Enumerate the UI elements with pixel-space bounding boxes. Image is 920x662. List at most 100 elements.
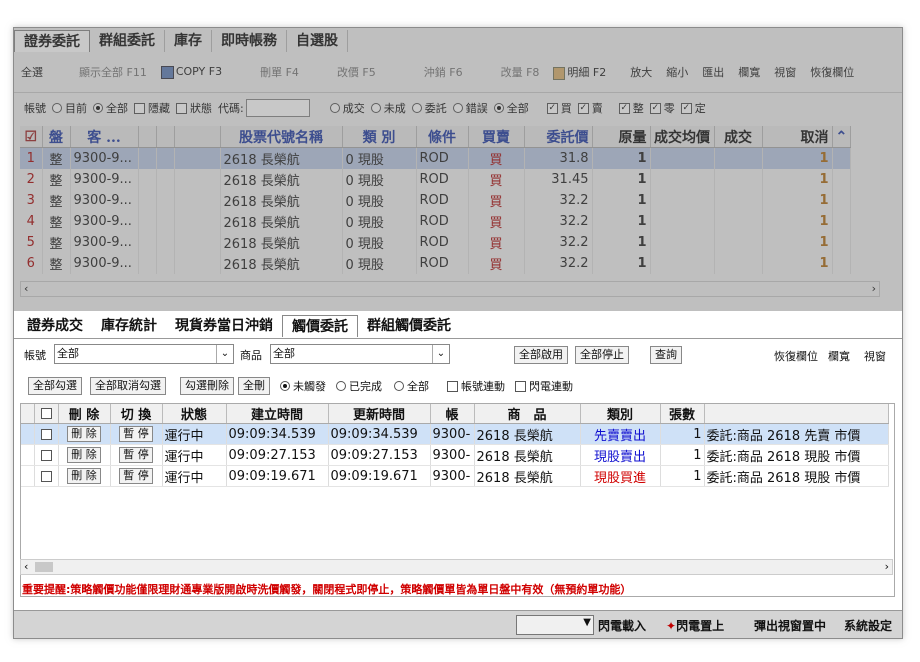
status-dropdown[interactable]: ▼ [516, 615, 594, 635]
delete-all-button[interactable]: 全刪 [238, 377, 270, 395]
col-stock[interactable]: 股票代號名稱 [220, 126, 343, 148]
sell-checkbox[interactable]: ✓ [577, 102, 589, 114]
account-link-checkbox[interactable] [447, 380, 458, 392]
col-account[interactable]: 帳 [430, 403, 475, 424]
change-price-button[interactable]: 改價 F5 [330, 64, 383, 80]
radio-error[interactable] [452, 103, 463, 113]
restore-columns-link[interactable]: 恢復欄位 [774, 348, 818, 364]
flash-load-button[interactable]: 閃電載入 [598, 617, 646, 634]
row-pause-button[interactable]: 暫 停 [119, 447, 153, 463]
zoom-in-button[interactable]: 放大 [623, 64, 659, 80]
window-link[interactable]: 視窗 [864, 348, 886, 364]
col-filled[interactable]: 成交 [714, 126, 763, 148]
scroll-left-icon[interactable]: ‹ [24, 560, 28, 573]
product-select[interactable]: 全部 ⌄ [270, 344, 450, 364]
enable-all-button[interactable]: 全部啟用 [514, 346, 568, 364]
col-type[interactable]: 類別 [580, 403, 661, 424]
table-row[interactable]: 4 整 9300-9... 2618 長榮航 0 現股 ROD 買 32.2 1 1 [20, 211, 852, 232]
col-description[interactable] [704, 403, 889, 424]
col-avg[interactable]: 成交均價 [650, 126, 715, 148]
scroll-left-icon[interactable]: ‹ [24, 282, 28, 295]
row-checkbox[interactable] [34, 444, 59, 466]
scroll-up-icon[interactable]: ⌃ [832, 126, 852, 148]
col-state[interactable]: 狀態 [162, 403, 227, 424]
header-checkbox[interactable] [34, 403, 59, 424]
uncheck-all-button[interactable]: 全部取消勾選 [90, 377, 166, 395]
tab-group-order[interactable]: 群組委託 [90, 30, 165, 52]
row-checkbox[interactable] [34, 465, 59, 487]
table-row[interactable]: 6 整 9300-9... 2618 長榮航 0 現股 ROD 買 32.2 1 1 [20, 253, 852, 274]
system-settings-button[interactable]: 系統設定 [844, 617, 892, 634]
show-all-button[interactable]: 顯示全部 F11 [72, 64, 154, 80]
status-checkbox[interactable] [176, 102, 187, 114]
radio-not-triggered[interactable] [280, 381, 290, 391]
flash-link-checkbox[interactable] [515, 380, 526, 392]
offset-button[interactable]: 沖銷 F6 [417, 64, 470, 80]
tab-trigger-order[interactable]: 觸價委託 [282, 315, 358, 337]
delete-checked-button[interactable]: 勾選刪除 [180, 377, 234, 395]
table-row[interactable]: 刪 除暫 停運行中 09:09:34.539 09:09:34.539 9300- 26… [20, 423, 889, 445]
whole-lot-checkbox[interactable]: ✓ [618, 102, 630, 114]
tab-securities-order[interactable]: 證券委託 [14, 30, 90, 52]
table-row[interactable]: 1 整 9300-9... 2618 長榮航 0 現股 ROD 買 31.8 1 1 [20, 147, 852, 169]
scroll-thumb[interactable] [35, 562, 53, 572]
buy-checkbox[interactable]: ✓ [546, 102, 558, 114]
radio-unfilled[interactable] [370, 103, 381, 113]
stop-all-button[interactable]: 全部停止 [575, 346, 629, 364]
radio-completed[interactable] [336, 381, 346, 391]
row-checkbox[interactable] [34, 423, 59, 445]
col-delete[interactable]: 刪 除 [58, 403, 111, 424]
col-kind[interactable]: 類 別 [342, 126, 417, 148]
query-button[interactable]: 查詢 [650, 346, 682, 364]
export-button[interactable]: 匯出 [695, 64, 731, 80]
radio-all-states[interactable] [493, 103, 504, 113]
table-row[interactable]: 刪 除暫 停運行中 09:09:19.671 09:09:19.671 9300- 26… [20, 465, 889, 487]
zoom-out-button[interactable]: 縮小 [659, 64, 695, 80]
tab-inventory[interactable]: 庫存 [165, 30, 212, 52]
scroll-right-icon[interactable]: › [872, 282, 876, 295]
dropdown-arrow-icon[interactable]: ⌄ [216, 345, 233, 363]
col-side[interactable]: 買賣 [468, 126, 525, 148]
col-lots[interactable]: 張數 [660, 403, 705, 424]
row-delete-button[interactable]: 刪 除 [67, 468, 101, 484]
copy-button[interactable]: COPY F3 [154, 65, 229, 79]
col-created[interactable]: 建立時間 [226, 403, 329, 424]
tab-group-trigger-order[interactable]: 群組觸價委託 [358, 315, 460, 337]
col-updated[interactable]: 更新時間 [328, 403, 431, 424]
select-all-button[interactable]: 全選 [14, 64, 50, 80]
dropdown-arrow-icon[interactable]: ⌄ [432, 345, 449, 363]
hide-checkbox[interactable] [134, 102, 145, 114]
col-price[interactable]: 委託價 [524, 126, 593, 148]
trigger-account-select[interactable]: 全部 ⌄ [54, 344, 234, 364]
col-product[interactable]: 商 品 [474, 403, 581, 424]
fixed-checkbox[interactable]: ✓ [680, 102, 692, 114]
radio-current[interactable] [52, 103, 62, 113]
col-cond[interactable]: 條件 [416, 126, 469, 148]
table-row[interactable]: 5 整 9300-9... 2618 長榮航 0 現股 ROD 買 32.2 1 1 [20, 232, 852, 253]
tab-securities-fills[interactable]: 證券成交 [18, 315, 92, 337]
tab-watchlist[interactable]: 自選股 [287, 30, 348, 52]
row-delete-button[interactable]: 刪 除 [67, 447, 101, 463]
trigger-hscrollbar[interactable]: ‹ › [20, 559, 893, 575]
radio-filled[interactable] [329, 103, 340, 113]
row-pause-button[interactable]: 暫 停 [119, 426, 153, 442]
delete-order-button[interactable]: 刪單 F4 [253, 64, 306, 80]
tab-realtime-account[interactable]: 即時帳務 [212, 30, 287, 52]
col-qty[interactable]: 原量 [592, 126, 651, 148]
column-width-link[interactable]: 欄寬 [828, 348, 850, 364]
orders-hscrollbar[interactable]: ‹ › [20, 281, 880, 297]
dropdown-arrow-icon[interactable]: ▼ [583, 617, 591, 628]
col-board[interactable]: 盤 [42, 126, 71, 148]
table-row[interactable]: 刪 除暫 停運行中 09:09:27.153 09:09:27.153 9300- 26… [20, 444, 889, 466]
col-customer[interactable]: 客 ... [70, 126, 139, 148]
change-qty-button[interactable]: 改量 F8 [494, 64, 547, 80]
col-cancel[interactable]: 取消 [762, 126, 833, 148]
row-pause-button[interactable]: 暫 停 [119, 468, 153, 484]
tab-inventory-stats[interactable]: 庫存統計 [92, 315, 166, 337]
column-width-button[interactable]: 欄寬 [731, 64, 767, 80]
radio-ordered[interactable] [411, 103, 422, 113]
odd-lot-checkbox[interactable]: ✓ [649, 102, 661, 114]
scroll-right-icon[interactable]: › [885, 560, 889, 573]
center-popup-button[interactable]: 彈出視窗置中 [754, 617, 826, 634]
row-delete-button[interactable]: 刪 除 [67, 426, 101, 442]
